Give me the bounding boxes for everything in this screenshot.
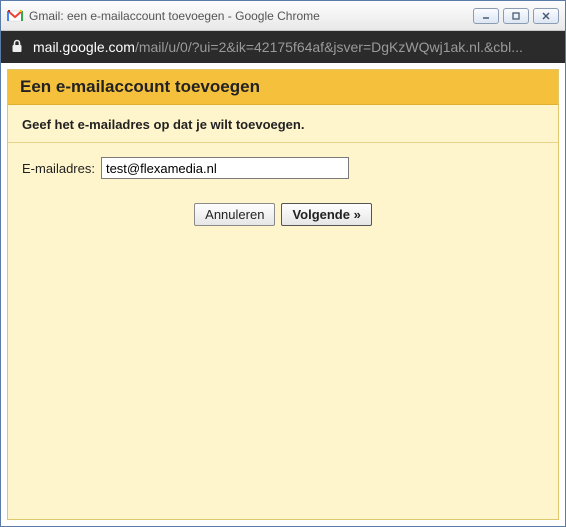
browser-window: Gmail: een e-mailaccount toevoegen - Goo… (0, 0, 566, 527)
address-bar[interactable]: mail.google.com/mail/u/0/?ui=2&ik=42175f… (1, 31, 565, 63)
panel-title: Een e-mailaccount toevoegen (8, 70, 558, 105)
url-domain: mail.google.com (33, 39, 135, 55)
email-input[interactable] (101, 157, 349, 179)
minimize-button[interactable] (473, 8, 499, 24)
cancel-button[interactable]: Annuleren (194, 203, 275, 226)
add-account-panel: Een e-mailaccount toevoegen Geef het e-m… (7, 69, 559, 520)
content-area: Een e-mailaccount toevoegen Geef het e-m… (1, 63, 565, 526)
url-text: mail.google.com/mail/u/0/?ui=2&ik=42175f… (33, 39, 523, 55)
maximize-button[interactable] (503, 8, 529, 24)
window-titlebar: Gmail: een e-mailaccount toevoegen - Goo… (1, 1, 565, 31)
close-button[interactable] (533, 8, 559, 24)
window-title: Gmail: een e-mailaccount toevoegen - Goo… (29, 9, 473, 23)
url-path: /mail/u/0/?ui=2&ik=42175f64af&jsver=DgKz… (135, 39, 523, 55)
lock-icon (11, 39, 23, 56)
gmail-favicon-icon (7, 8, 23, 24)
window-controls (473, 8, 559, 24)
panel-subtitle: Geef het e-mailadres op dat je wilt toev… (8, 105, 558, 143)
email-row: E-mailadres: (8, 143, 558, 193)
button-row: Annuleren Volgende » (8, 193, 558, 236)
next-button[interactable]: Volgende » (281, 203, 371, 226)
email-label: E-mailadres: (22, 161, 95, 176)
